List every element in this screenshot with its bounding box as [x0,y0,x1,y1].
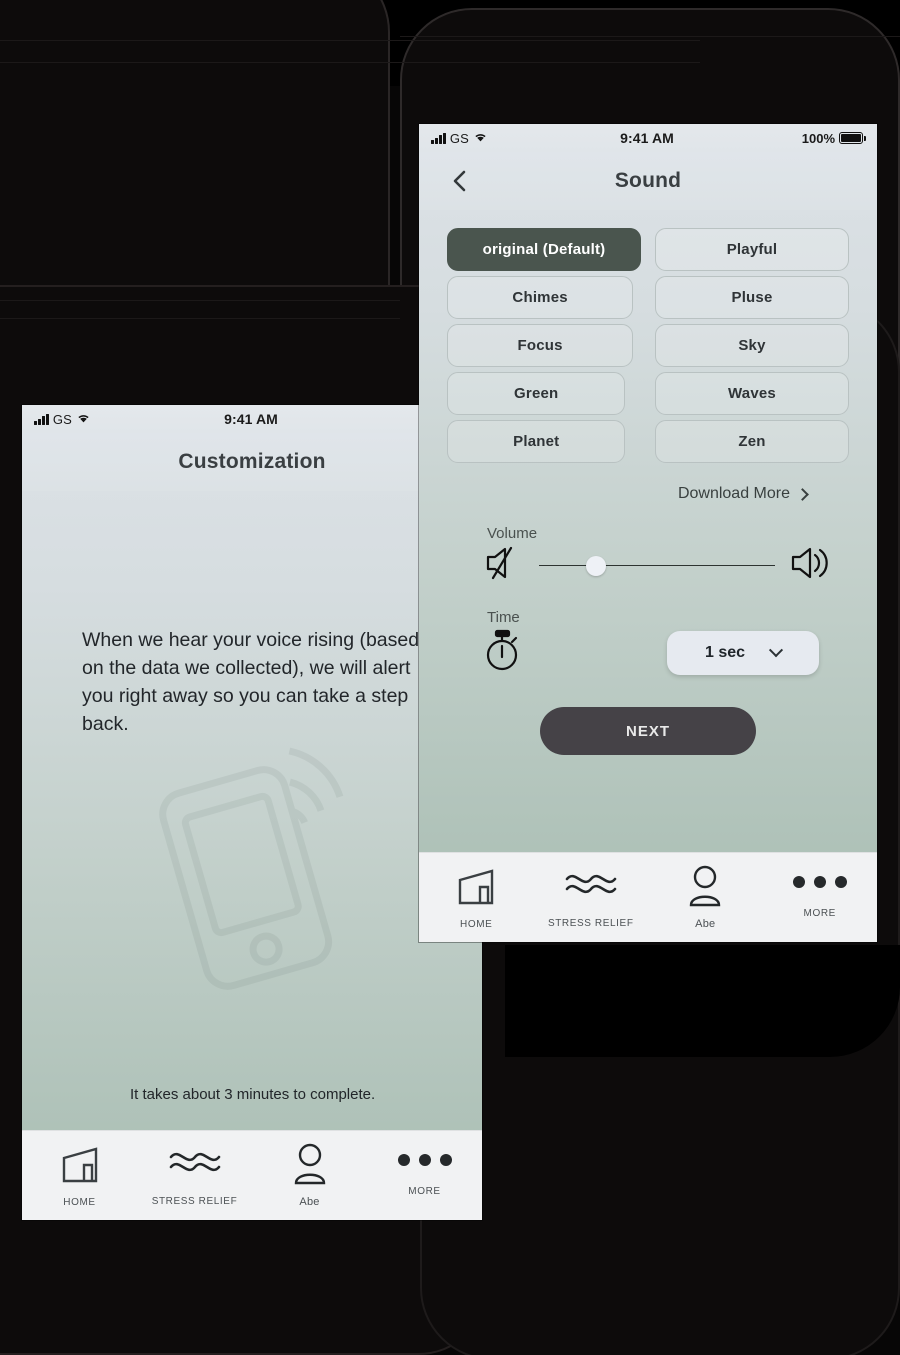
tab-home[interactable]: HOME [419,866,534,930]
ellipsis-icon [397,1154,452,1166]
time-row: 1 sec [447,626,849,677]
background-hairline [0,40,700,41]
customization-content: When we hear your voice rising (based on… [22,626,482,1198]
tab-profile[interactable]: Abe [252,1143,367,1208]
time-label: Time [487,609,520,626]
carrier-label: GS [52,411,73,427]
background-hairline [0,318,400,319]
status-bar: GS 9:41 AM 10 [22,405,482,433]
speaker-high-icon[interactable] [789,544,831,587]
tab-bar: HOME STRESS RELIEF Abe MORE [22,1130,482,1220]
tab-more[interactable]: MORE [367,1154,482,1197]
tab-label: STRESS RELIEF [547,917,634,929]
background-hairline [400,36,900,37]
tab-home[interactable]: HOME [22,1144,137,1208]
tab-stress-relief[interactable]: STRESS RELIEF [137,1145,252,1207]
chevron-right-icon [796,487,809,501]
house-icon [58,1144,102,1191]
waves-icon [563,867,619,912]
background-band [505,945,900,1057]
time-dropdown-value: 1 sec [704,643,746,661]
tab-label: Abe [695,918,716,930]
download-more-link[interactable]: Download More [678,485,790,503]
sound-phone-screen: GS 9:41 AM 100% Sound original (Default)… [419,124,877,942]
chevron-left-icon[interactable] [447,168,473,194]
download-more-row[interactable]: Download More [447,485,849,503]
sound-option-original[interactable]: original (Default) [447,228,641,271]
time-dropdown[interactable]: 1 sec [667,630,819,675]
speaker-mute-icon[interactable] [483,544,525,587]
status-time: 9:41 AM [224,411,278,427]
ellipsis-icon [792,876,847,888]
carrier-label: GS [449,130,470,146]
page-title: Sound [614,169,682,192]
customization-phone-screen: GS 9:41 AM 10 Customization [22,405,482,1220]
customization-note: It takes about 3 minutes to complete. [130,1086,376,1103]
status-bar: GS 9:41 AM 100% [419,124,877,152]
phone-signal-watermark-icon [142,741,382,996]
person-icon [687,865,723,912]
background-hairline [0,62,700,63]
sound-options-grid: original (Default) Playful Chimes Pluse … [447,228,849,463]
battery-full-icon [839,132,866,144]
signal-bars-icon [34,413,49,425]
sound-option-planet[interactable]: Planet [447,420,626,463]
tab-more[interactable]: MORE [763,876,878,919]
tab-label: MORE [803,908,836,919]
sound-option-pluse[interactable]: Pluse [655,276,849,319]
sound-content: original (Default) Playful Chimes Pluse … [419,210,877,755]
person-icon [292,1143,328,1190]
waves-icon [167,1145,223,1190]
status-time: 9:41 AM [620,130,674,146]
volume-slider-row [447,542,849,587]
volume-slider-track[interactable] [539,555,775,577]
volume-label: Volume [487,525,538,542]
tab-label: Abe [299,1196,320,1208]
nav-bar: Sound [419,152,877,210]
wifi-icon [473,131,488,146]
tab-label: MORE [408,1186,441,1197]
background-hairline [0,300,400,301]
screenshot-stage: GS 9:41 AM 10 Customization [0,0,900,1355]
sound-option-green[interactable]: Green [447,372,626,415]
signal-bars-icon [431,132,446,144]
stopwatch-icon [481,628,527,677]
slider-line [539,564,775,567]
sound-option-focus[interactable]: Focus [447,324,634,367]
battery-percent-label: 100% [801,130,835,146]
volume-slider-thumb[interactable] [585,555,606,576]
tab-stress-relief[interactable]: STRESS RELIEF [534,867,649,929]
next-button[interactable]: NEXT [540,707,756,755]
tab-bar: HOME STRESS RELIEF Abe MORE [419,852,877,942]
chevron-down-icon [768,642,784,657]
house-icon [454,866,498,913]
sound-option-zen[interactable]: Zen [655,420,849,463]
sound-option-chimes[interactable]: Chimes [447,276,634,319]
tab-profile[interactable]: Abe [648,865,763,930]
page-title: Customization [178,450,326,473]
tab-label: HOME [460,918,493,930]
wifi-icon [76,412,91,427]
sound-option-waves[interactable]: Waves [655,372,849,415]
sound-option-playful[interactable]: Playful [655,228,849,271]
tab-label: HOME [63,1196,96,1208]
customization-body-text: When we hear your voice rising (based on… [82,629,420,735]
sound-option-sky[interactable]: Sky [655,324,849,367]
tab-label: STRESS RELIEF [151,1195,238,1207]
nav-bar: Customization [22,433,482,491]
